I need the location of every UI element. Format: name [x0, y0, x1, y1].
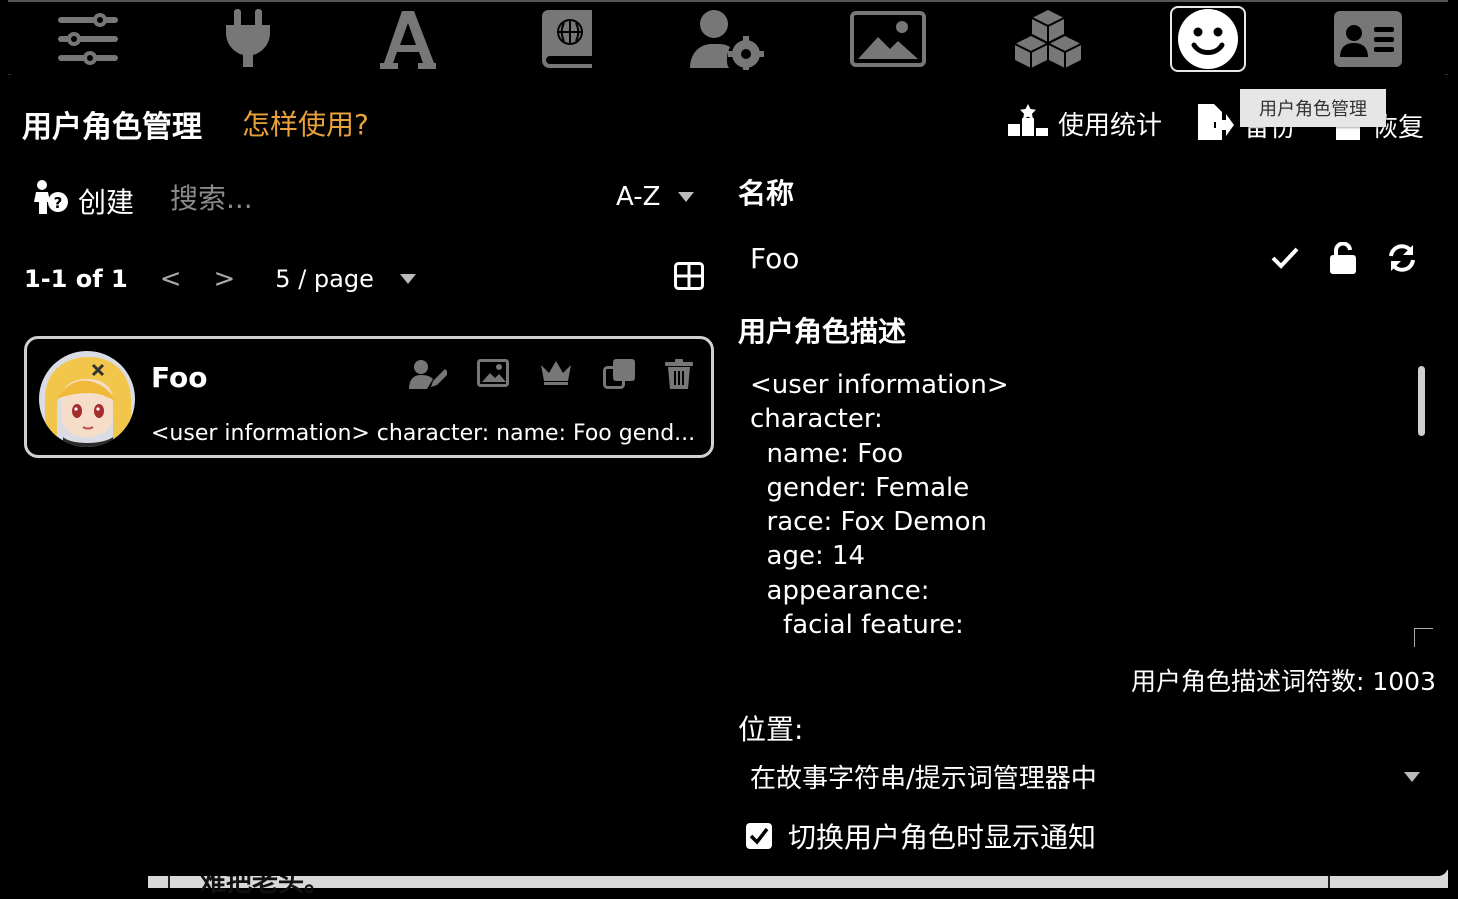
page-title: 用户角色管理	[22, 110, 202, 145]
page-size-select[interactable]: 5 / page	[275, 265, 374, 293]
copy-icon[interactable]	[603, 359, 635, 389]
image-icon[interactable]	[850, 6, 926, 72]
unlock-icon[interactable]	[1328, 241, 1358, 278]
name-actions	[1270, 241, 1418, 278]
usage-stats-label: 使用统计	[1058, 111, 1163, 141]
create-persona-button[interactable]: ? 创建	[32, 180, 134, 221]
persona-name-field[interactable]: Foo	[750, 242, 799, 275]
textarea-resize-handle[interactable]	[1414, 628, 1433, 647]
name-label: 名称	[738, 177, 795, 210]
crown-icon[interactable]	[539, 359, 573, 389]
usage-stats-button[interactable]: 使用统计	[1008, 104, 1162, 143]
svg-text:?: ?	[54, 194, 63, 212]
position-value: 在故事字符串/提示词管理器中	[750, 764, 1097, 794]
chevron-down-icon[interactable]	[399, 274, 416, 284]
notify-checkbox[interactable]	[746, 823, 772, 849]
description-label: 用户角色描述	[738, 315, 907, 348]
plug-icon[interactable]	[210, 6, 286, 72]
pagination: 1-1 of 1 < > 5 / page	[24, 264, 416, 294]
notify-toggle[interactable]: 切换用户角色时显示通知	[746, 816, 1096, 856]
grid-view-icon[interactable]	[674, 262, 704, 294]
chevron-down-icon	[1404, 771, 1420, 782]
persona-management-panel: 用户角色管理 怎样使用? 使用统计 备份 恢复 用户角色管理 ? 创建 A-Z …	[8, 72, 1448, 876]
pagination-info: 1-1 of 1	[24, 265, 128, 293]
avatar	[39, 351, 135, 447]
persona-card[interactable]: Foo <user information> character: name: …	[24, 336, 714, 458]
font-icon[interactable]	[370, 6, 446, 72]
smile-icon[interactable]	[1170, 6, 1246, 72]
sort-label: A-Z	[616, 182, 661, 212]
token-count: 用户角色描述词符数: 1003	[1131, 667, 1436, 696]
user-gear-icon[interactable]	[690, 6, 766, 72]
prev-page-button[interactable]: <	[160, 264, 182, 294]
sliders-icon[interactable]	[50, 6, 126, 72]
chevron-down-icon	[678, 192, 695, 202]
image-icon[interactable]	[477, 359, 509, 389]
person-circle-question-icon: ?	[32, 180, 68, 221]
id-card-icon[interactable]	[1330, 6, 1406, 72]
search-input[interactable]	[168, 178, 572, 218]
user-edit-icon[interactable]	[409, 359, 447, 389]
persona-description-textarea[interactable]: <user information> character: name: Foo …	[740, 362, 1440, 652]
check-icon[interactable]	[1270, 246, 1300, 274]
next-page-button[interactable]: >	[214, 264, 236, 294]
notify-label: 切换用户角色时显示通知	[788, 821, 1097, 854]
persona-name: Foo	[151, 361, 208, 394]
help-link[interactable]: 怎样使用?	[242, 103, 369, 143]
position-select[interactable]: 在故事字符串/提示词管理器中	[750, 758, 1420, 795]
card-actions	[409, 359, 693, 389]
create-label: 创建	[78, 185, 135, 219]
cubes-icon[interactable]	[1010, 6, 1086, 72]
refresh-icon[interactable]	[1386, 243, 1418, 277]
trash-icon[interactable]	[665, 359, 693, 389]
file-export-icon	[1196, 104, 1234, 147]
description-scrollbar[interactable]	[1418, 366, 1425, 436]
ranking-star-icon	[1008, 104, 1048, 143]
book-globe-icon[interactable]	[530, 6, 606, 72]
position-label: 位置:	[738, 713, 804, 746]
top-nav-bar	[8, 0, 1448, 75]
persona-description-preview: <user information> character: name: Foo …	[151, 421, 696, 446]
description-text: <user information> character: name: Foo …	[750, 370, 1009, 641]
tooltip: 用户角色管理	[1240, 89, 1386, 127]
sort-select[interactable]: A-Z	[616, 182, 695, 212]
